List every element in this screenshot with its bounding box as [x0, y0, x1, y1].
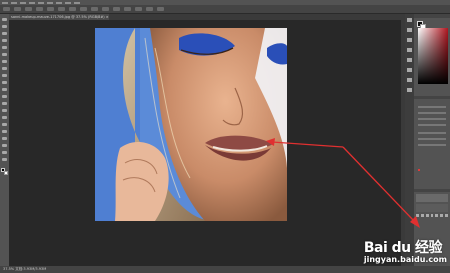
- option-control[interactable]: [69, 7, 76, 11]
- zoom-tool-icon[interactable]: [2, 151, 7, 154]
- menu-item[interactable]: [56, 1, 62, 4]
- background-color-swatch[interactable]: [4, 171, 8, 175]
- option-control[interactable]: [157, 7, 164, 11]
- property-row[interactable]: [418, 124, 446, 126]
- baidu-watermark: Bai du 经验 jingyan.baidu.com: [364, 237, 447, 264]
- baidu-logo: Bai du 经验: [363, 240, 443, 256]
- shape-tool-icon[interactable]: [2, 137, 7, 140]
- link-layers-icon[interactable]: [416, 214, 419, 217]
- menu-item[interactable]: [47, 1, 53, 4]
- layers-panel-header: [414, 189, 450, 192]
- menu-item[interactable]: [65, 1, 71, 4]
- properties-panel-header: [414, 96, 450, 99]
- paragraph-panel-icon[interactable]: [407, 48, 412, 52]
- layers-bottom-toolbar: [416, 214, 449, 218]
- layer-style-icon[interactable]: [420, 214, 424, 217]
- option-control[interactable]: [3, 7, 10, 11]
- option-control[interactable]: [36, 7, 43, 11]
- menu-item[interactable]: [38, 1, 44, 4]
- option-control[interactable]: [58, 7, 65, 11]
- brush-tool-icon[interactable]: [2, 67, 7, 70]
- color-picker-field[interactable]: [418, 28, 448, 84]
- option-control[interactable]: [80, 7, 87, 11]
- property-row[interactable]: [418, 106, 446, 108]
- dodge-tool-icon[interactable]: [2, 109, 7, 112]
- hand-tool-icon[interactable]: [2, 144, 7, 147]
- group-icon[interactable]: [435, 214, 439, 217]
- layer-row[interactable]: [416, 194, 448, 202]
- option-control[interactable]: [14, 7, 21, 11]
- eyedropper-tool-icon[interactable]: [2, 53, 7, 56]
- layer-row[interactable]: [416, 204, 448, 212]
- delete-layer-icon[interactable]: [445, 214, 449, 217]
- panel-icon-strip: [405, 14, 414, 266]
- brush-settings-panel-icon[interactable]: [407, 58, 412, 62]
- marquee-tool-icon[interactable]: [2, 25, 7, 28]
- property-row[interactable]: [418, 138, 446, 140]
- adjustment-layer-icon[interactable]: [430, 214, 434, 217]
- options-bar: [0, 5, 450, 14]
- menu-item[interactable]: [2, 1, 8, 4]
- history-panel-icon[interactable]: [407, 18, 412, 22]
- move-tool-icon[interactable]: [2, 18, 7, 21]
- quick-select-tool-icon[interactable]: [2, 39, 7, 42]
- property-row[interactable]: [418, 144, 446, 146]
- option-control[interactable]: [102, 7, 109, 11]
- option-control[interactable]: [135, 7, 142, 11]
- swatches-panel-icon[interactable]: [407, 68, 412, 72]
- more-tools-icon[interactable]: [2, 158, 7, 161]
- pen-tool-icon[interactable]: [2, 116, 7, 119]
- document-image[interactable]: [95, 28, 287, 221]
- tools-panel: [0, 14, 9, 266]
- eraser-tool-icon[interactable]: [2, 88, 7, 91]
- new-layer-icon[interactable]: [440, 214, 444, 217]
- status-bar: 37.5% 文档:3.93M/3.93M: [0, 266, 450, 273]
- blur-tool-icon[interactable]: [2, 102, 7, 105]
- menu-item[interactable]: [11, 1, 17, 4]
- red-indicator-dot: [418, 169, 420, 171]
- watermark-url: jingyan.baidu.com: [363, 255, 447, 264]
- color-panel-header: [414, 14, 450, 18]
- option-control[interactable]: [146, 7, 153, 11]
- lasso-tool-icon[interactable]: [2, 32, 7, 35]
- option-control[interactable]: [113, 7, 120, 11]
- clone-stamp-tool-icon[interactable]: [2, 74, 7, 77]
- portrait-photo: [95, 28, 287, 221]
- property-row[interactable]: [418, 132, 446, 134]
- menu-item[interactable]: [29, 1, 35, 4]
- zoom-doc-info: 37.5% 文档:3.93M/3.93M: [3, 267, 47, 271]
- property-row[interactable]: [418, 112, 446, 114]
- history-brush-tool-icon[interactable]: [2, 81, 7, 84]
- styles-panel-icon[interactable]: [407, 88, 412, 92]
- adjustments-panel-icon[interactable]: [407, 78, 412, 82]
- menu-item[interactable]: [74, 1, 80, 4]
- properties-panel-icon[interactable]: [407, 28, 412, 32]
- layer-mask-icon[interactable]: [425, 214, 429, 217]
- healing-brush-tool-icon[interactable]: [2, 60, 7, 63]
- crop-tool-icon[interactable]: [2, 46, 7, 49]
- gradient-tool-icon[interactable]: [2, 95, 7, 98]
- option-control[interactable]: [47, 7, 54, 11]
- property-row[interactable]: [418, 118, 446, 120]
- path-select-tool-icon[interactable]: [2, 130, 7, 133]
- option-control[interactable]: [124, 7, 131, 11]
- option-control[interactable]: [91, 7, 98, 11]
- right-panels: [414, 14, 450, 266]
- type-tool-icon[interactable]: [2, 123, 7, 126]
- menu-item[interactable]: [20, 1, 26, 4]
- character-panel-icon[interactable]: [407, 38, 412, 42]
- option-control[interactable]: [25, 7, 32, 11]
